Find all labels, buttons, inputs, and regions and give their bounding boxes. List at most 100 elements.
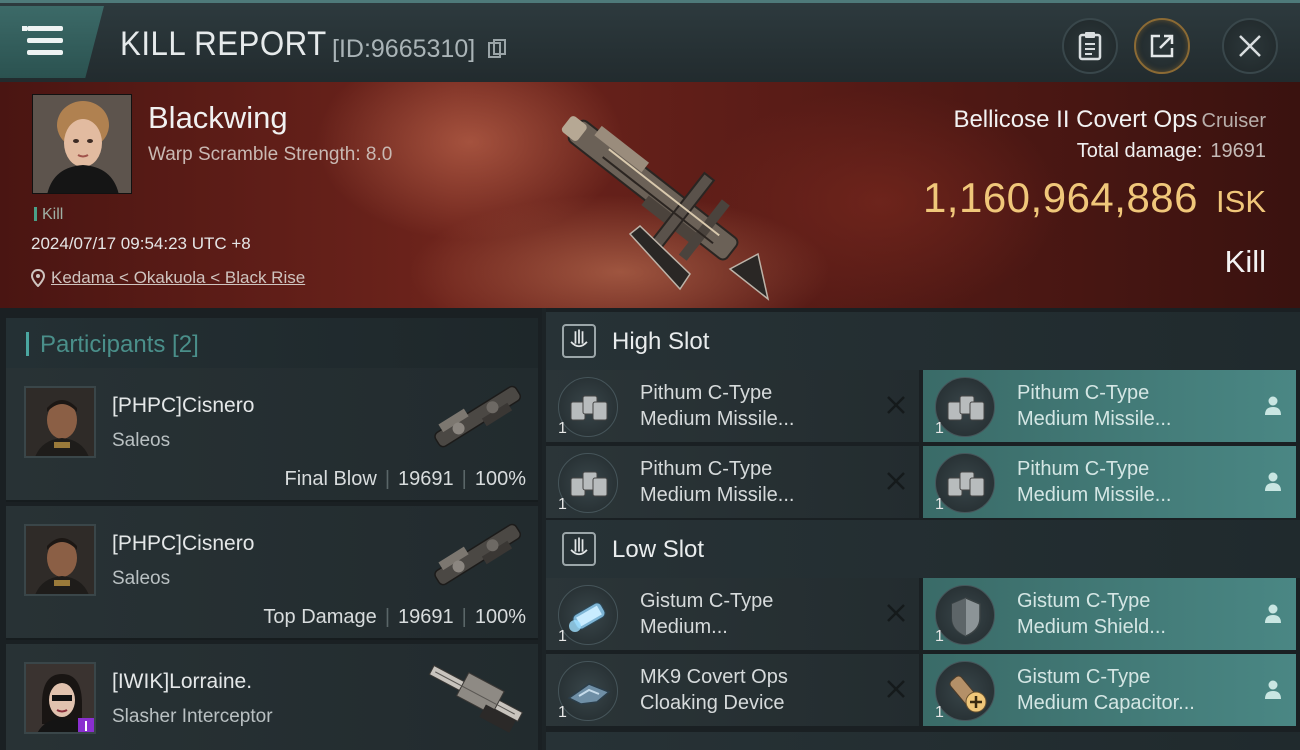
- total-damage: Total damage: 19691: [1077, 140, 1266, 163]
- participant-ship: Slasher Interceptor: [112, 706, 273, 727]
- clipboard-button[interactable]: [1062, 18, 1118, 74]
- participant-avatar[interactable]: [24, 524, 96, 596]
- page-title: KILL REPORT: [120, 25, 327, 63]
- module-quantity: 1: [935, 496, 944, 513]
- module-quantity: 1: [935, 420, 944, 437]
- participant-ship-image: [434, 385, 522, 448]
- participant-row[interactable]: [IWIK]Lorraine. Slasher Interceptor: [6, 644, 538, 750]
- total-damage-value: 19691: [1210, 140, 1266, 162]
- kill-datetime: 2024/07/17 09:54:23 UTC +8: [31, 234, 251, 253]
- module-name: MK9 Covert Ops Cloaking Device: [640, 666, 788, 714]
- participant-name: [IWIK]Lorraine.: [112, 670, 253, 693]
- low-slot-label: Low Slot: [612, 536, 705, 563]
- module-item[interactable]: 1 Pithum C-Type Medium Missile...: [923, 370, 1296, 442]
- person-icon: [1265, 680, 1281, 699]
- module-quantity: 1: [558, 704, 567, 721]
- participant-percent: 100%: [474, 468, 526, 490]
- module-name: Gistum C-Type Medium...: [640, 590, 774, 638]
- victim-portrait[interactable]: [32, 94, 132, 194]
- total-damage-label: Total damage:: [1076, 140, 1203, 162]
- person-icon: [1265, 472, 1281, 491]
- module-name: Pithum C-Type Medium Missile...: [640, 458, 795, 506]
- victim-ship-class: Cruiser: [1201, 110, 1266, 132]
- participant-role: Top Damage: [263, 606, 377, 628]
- cloaking-device-icon: [558, 661, 618, 721]
- destroyed-icon: [887, 680, 905, 698]
- module-quantity: 1: [935, 628, 944, 645]
- victim-name: Blackwing: [148, 100, 288, 135]
- module-quantity: 1: [558, 420, 567, 437]
- low-slot-icon: [562, 532, 596, 566]
- clipboard-icon: [1078, 32, 1102, 61]
- victim-ship-name: Bellicose II Covert Ops: [953, 106, 1198, 133]
- mid-slot-header: [546, 732, 1300, 750]
- portrait-image: [33, 95, 131, 193]
- copy-icon[interactable]: [488, 39, 506, 59]
- shield-module-icon: [935, 585, 995, 645]
- module-item[interactable]: 1 Pithum C-Type Medium Missile...: [923, 446, 1296, 518]
- module-item[interactable]: 1 Gistum C-Type Medium Capacitor...: [923, 654, 1296, 726]
- top-bar: KILL REPORT [ID:9665310]: [0, 0, 1300, 82]
- victim-ship-image: [561, 116, 770, 301]
- isk-unit: ISK: [1216, 184, 1266, 219]
- close-button[interactable]: [1222, 18, 1278, 74]
- energy-module-icon: [558, 585, 618, 645]
- missile-launcher-icon: [935, 453, 995, 513]
- isk-value: 1,160,964,886 ISK: [923, 174, 1266, 222]
- participants-panel: Participants [2] [PHPC]Cisnero Saleos Fi…: [0, 308, 542, 750]
- victim-subtitle: Warp Scramble Strength: 8.0: [148, 144, 393, 165]
- participant-damage: 19691: [398, 606, 454, 628]
- participants-label: Participants [2]: [40, 331, 199, 358]
- module-name: Gistum C-Type Medium Capacitor...: [1017, 666, 1195, 714]
- participant-role: Final Blow: [284, 468, 377, 490]
- isk-amount: 1,160,964,886: [922, 174, 1199, 221]
- fittings-panel: High Slot 1 Pithum C-Type Medium Missile.…: [546, 308, 1300, 750]
- module-quantity: 1: [935, 704, 944, 721]
- missile-launcher-icon: [558, 453, 618, 513]
- location-link[interactable]: Kedama < Okakuola < Black Rise: [51, 268, 305, 288]
- share-icon: [1150, 34, 1174, 58]
- share-button[interactable]: [1134, 18, 1190, 74]
- module-quantity: 1: [558, 496, 567, 513]
- high-slot-header: High Slot: [546, 312, 1300, 370]
- module-item[interactable]: 1 Gistum C-Type Medium Shield...: [923, 578, 1296, 650]
- participant-row[interactable]: [PHPC]Cisnero Saleos Top Damage | 19691 | 10…: [6, 506, 538, 640]
- participant-row[interactable]: [PHPC]Cisnero Saleos Final Blow | 19691 | 10…: [6, 368, 538, 502]
- participant-avatar[interactable]: [24, 662, 96, 734]
- destroyed-icon: [887, 472, 905, 490]
- participant-stats: Top Damage | 19691 | 100%: [263, 606, 526, 628]
- participant-name: [PHPC]Cisnero: [112, 532, 255, 555]
- participant-damage: 19691: [398, 468, 454, 490]
- low-slot-header: Low Slot: [546, 520, 1300, 578]
- missile-launcher-icon: [558, 377, 618, 437]
- location-pin-icon: [31, 269, 45, 287]
- module-item[interactable]: 1 Pithum C-Type Medium Missile...: [546, 370, 919, 442]
- menu-button[interactable]: [0, 6, 104, 78]
- person-icon: [1265, 396, 1281, 415]
- kill-location[interactable]: Kedama < Okakuola < Black Rise: [31, 268, 305, 288]
- person-icon: [1265, 604, 1281, 623]
- participant-ship: Saleos: [112, 568, 171, 589]
- module-item[interactable]: 1 Pithum C-Type Medium Missile...: [546, 446, 919, 518]
- participant-ship: Saleos: [112, 430, 171, 451]
- close-icon: [1239, 35, 1261, 57]
- participant-ship-image: [434, 523, 522, 586]
- result-label: Kill: [1224, 244, 1266, 279]
- participant-stats: Final Blow | 19691 | 100%: [284, 468, 526, 490]
- participants-header: Participants [2]: [6, 318, 538, 370]
- participant-name: [PHPC]Cisnero: [112, 394, 255, 417]
- participant-percent: 100%: [474, 606, 526, 628]
- destroyed-icon: [887, 604, 905, 622]
- module-name: Gistum C-Type Medium Shield...: [1017, 590, 1166, 638]
- victim-banner: Blackwing Warp Scramble Strength: 8.0 Ki…: [0, 82, 1300, 308]
- high-slot-icon: [562, 324, 596, 358]
- module-name: Pithum C-Type Medium Missile...: [640, 382, 795, 430]
- module-quantity: 1: [558, 628, 567, 645]
- participant-avatar[interactable]: [24, 386, 96, 458]
- module-item[interactable]: 1 Gistum C-Type Medium...: [546, 578, 919, 650]
- report-id: [ID:9665310]: [332, 35, 476, 63]
- module-item[interactable]: 1 MK9 Covert Ops Cloaking Device: [546, 654, 919, 726]
- missile-launcher-icon: [935, 377, 995, 437]
- destroyed-icon: [887, 396, 905, 414]
- module-name: Pithum C-Type Medium Missile...: [1017, 382, 1172, 430]
